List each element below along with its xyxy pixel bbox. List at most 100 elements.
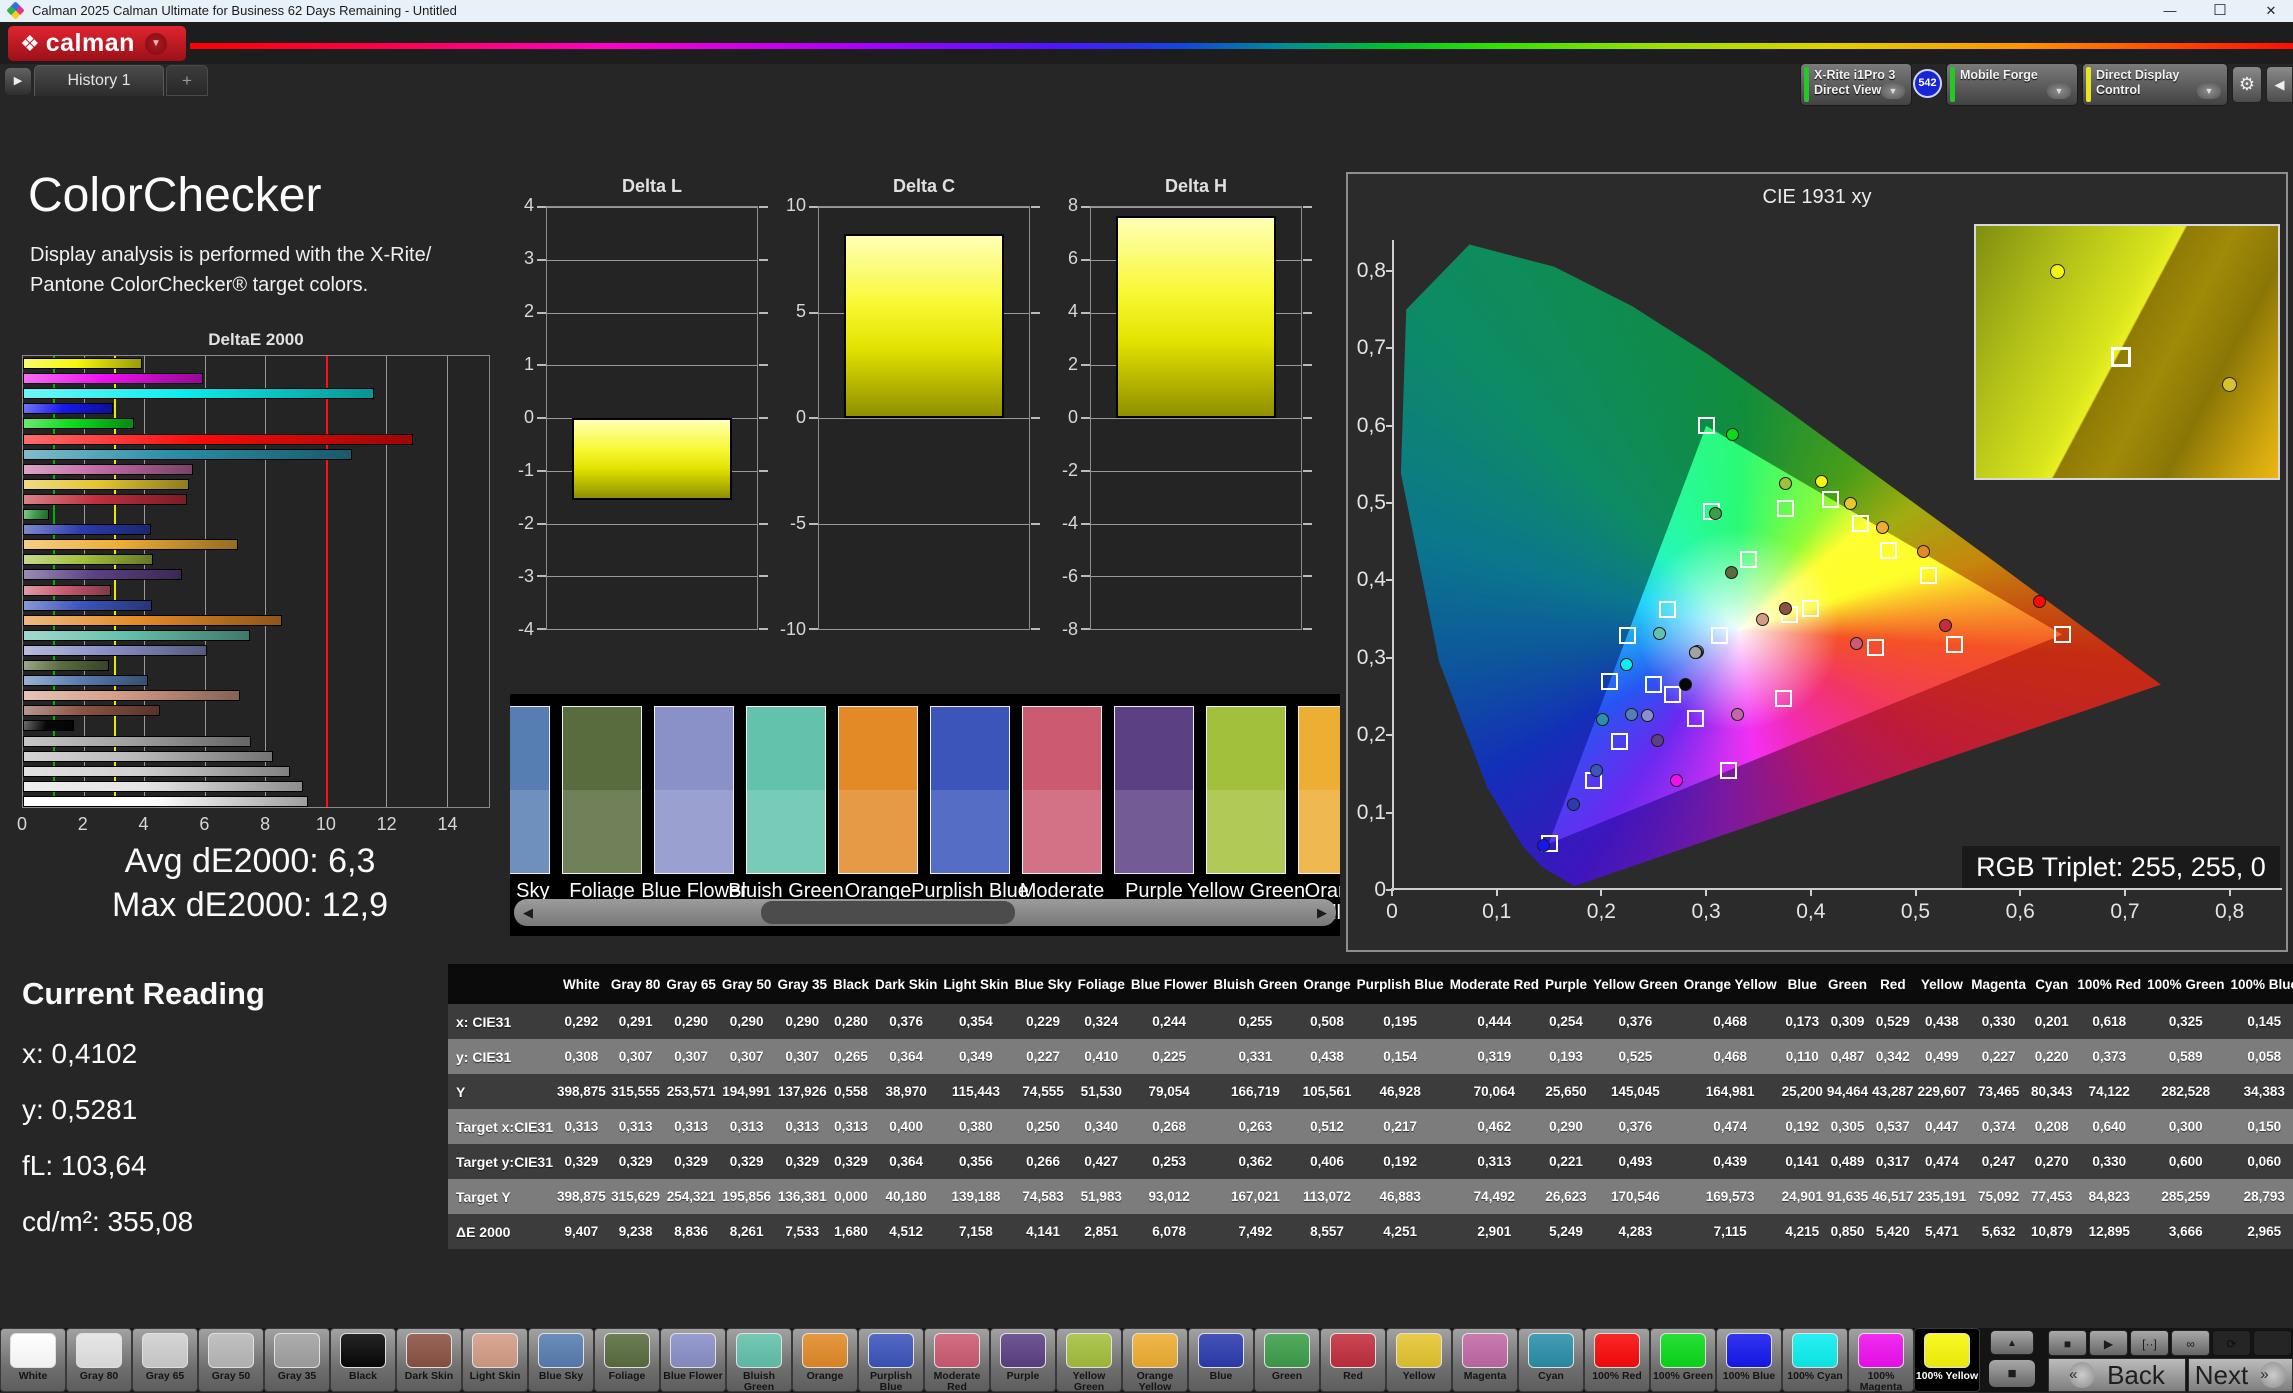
table-cell: 0,000: [830, 1179, 872, 1214]
table-cell: 26,623: [1542, 1179, 1590, 1214]
meter-source-dropdown[interactable]: Mobile Forge ▼: [1946, 63, 2078, 106]
table-cell: 0,330: [2074, 1144, 2144, 1179]
gridline: [1091, 576, 1301, 577]
patch-button-White[interactable]: White: [0, 1328, 66, 1392]
table-cell: 0,376: [1590, 1109, 1681, 1144]
patch-button-100% Cyan[interactable]: 100% Cyan: [1782, 1328, 1848, 1392]
axis-tick-label: 4: [124, 814, 164, 835]
stop-icon[interactable]: ■: [2048, 1330, 2087, 1356]
gridline: [819, 629, 1029, 630]
tab-strip-expander-button[interactable]: ▶: [5, 68, 31, 95]
table-cell: 9,238: [608, 1214, 664, 1249]
measured-marker-Gray 35: [1689, 646, 1702, 659]
close-icon[interactable]: ✕: [2249, 0, 2293, 22]
patch-button-Orange Yellow[interactable]: Orange Yellow: [1122, 1328, 1188, 1392]
patch-button-100% Magenta[interactable]: 100% Magenta: [1848, 1328, 1914, 1392]
table-cell: 74,555: [1012, 1074, 1075, 1109]
table-cell: 195,856: [719, 1179, 775, 1214]
calman-menu-button[interactable]: ❖ calman ▼: [8, 26, 186, 61]
patch-label: Blue Sky: [529, 1371, 593, 1382]
patch-button-Foliage[interactable]: Foliage: [594, 1328, 660, 1392]
deltaC-chart: [818, 206, 1030, 630]
meter-workflow-dropdown[interactable]: Direct Display Control ▼: [2082, 63, 2228, 106]
patch-button-Blue[interactable]: Blue: [1188, 1328, 1254, 1392]
scroll-left-icon[interactable]: ◀: [514, 899, 542, 926]
reading-count-badge[interactable]: 542: [1913, 69, 1942, 98]
patch-button-Moderate Red[interactable]: Moderate Red: [924, 1328, 990, 1392]
col-header: Bluish Green: [1210, 964, 1300, 1004]
patch-button-Orange[interactable]: Orange: [792, 1328, 858, 1392]
refresh-icon[interactable]: ⟳: [2212, 1330, 2251, 1356]
tab-history-1[interactable]: History 1: [34, 65, 164, 96]
patch-button-Gray 35[interactable]: Gray 35: [264, 1328, 330, 1392]
play-icon[interactable]: ▶: [2089, 1330, 2128, 1356]
patch-button-Yellow Green[interactable]: Yellow Green: [1056, 1328, 1122, 1392]
patch-button-Purple[interactable]: Purple: [990, 1328, 1056, 1392]
patch-button-Magenta[interactable]: Magenta: [1452, 1328, 1518, 1392]
patch-button-Blue Flower[interactable]: Blue Flower: [660, 1328, 726, 1392]
tick-mark: [537, 628, 546, 630]
gridline: [547, 576, 757, 577]
tick-mark: [1303, 364, 1312, 366]
axis-tick-label: 4: [1038, 301, 1078, 322]
maximize-icon[interactable]: ☐: [2198, 0, 2242, 22]
patch-button-Dark Skin[interactable]: Dark Skin: [396, 1328, 462, 1392]
patch-button-Cyan[interactable]: Cyan: [1518, 1328, 1584, 1392]
patch-swatch: [1528, 1333, 1574, 1368]
meter-device-dropdown[interactable]: X-Rite i1Pro 3Direct View ▼: [1800, 63, 1912, 106]
strip-scrollbar[interactable]: ◀ ▶: [514, 899, 1336, 926]
chevron-down-icon[interactable]: ▼: [145, 33, 167, 55]
patch-swatch: [670, 1333, 716, 1368]
gear-icon[interactable]: ⚙: [2232, 66, 2262, 103]
patch-swatch: [1462, 1333, 1508, 1368]
chevron-down-icon[interactable]: ▼: [2047, 83, 2071, 99]
patch-button-Light Skin[interactable]: Light Skin: [462, 1328, 528, 1392]
patch-button-100% Red[interactable]: 100% Red: [1584, 1328, 1650, 1392]
table-cell: 0,537: [1870, 1109, 1915, 1144]
scroll-right-icon[interactable]: ▶: [1308, 899, 1336, 926]
chevron-down-icon[interactable]: ▼: [2197, 83, 2221, 99]
patch-label: 100% Magenta: [1849, 1371, 1913, 1392]
next-button[interactable]: Next »: [2188, 1358, 2293, 1392]
stop-pattern-button[interactable]: ■: [1986, 1357, 2038, 1390]
patch-button-Black[interactable]: Black: [330, 1328, 396, 1392]
patch-button-Gray 50[interactable]: Gray 50: [198, 1328, 264, 1392]
patch-button-Purplish Blue[interactable]: Purplish Blue: [858, 1328, 924, 1392]
step-icon[interactable]: [··]: [2130, 1330, 2169, 1356]
table-cell: 0,468: [1681, 1004, 1780, 1039]
up-arrow-icon[interactable]: ▲: [1990, 1330, 2034, 1355]
source-status-bar: [1950, 67, 1955, 102]
tick-mark: [1303, 417, 1312, 419]
blank-icon[interactable]: [2253, 1330, 2292, 1356]
patch-button-Blue Sky[interactable]: Blue Sky: [528, 1328, 594, 1392]
back-button[interactable]: « Back: [2048, 1358, 2186, 1392]
target-marker-100% Green: [1698, 417, 1715, 434]
tick-mark: [1081, 206, 1090, 208]
deltaL-title: Delta L: [546, 176, 758, 197]
axis-tick-label: 0,7: [2100, 900, 2150, 924]
patch-button-100% Green[interactable]: 100% Green: [1650, 1328, 1716, 1392]
patch-button-100% Blue[interactable]: 100% Blue: [1716, 1328, 1782, 1392]
loop-icon[interactable]: ∞: [2171, 1330, 2210, 1356]
patch-button-Red[interactable]: Red: [1320, 1328, 1386, 1392]
patch-button-100% Yellow[interactable]: 100% Yellow: [1914, 1328, 1980, 1392]
patch-button-Yellow[interactable]: Yellow: [1386, 1328, 1452, 1392]
tick-mark: [759, 470, 768, 472]
tick-mark: [759, 575, 768, 577]
chevron-down-icon[interactable]: ▼: [1881, 83, 1905, 99]
patch-button-Bluish Green[interactable]: Bluish Green: [726, 1328, 792, 1392]
scrollbar-thumb[interactable]: [761, 901, 1016, 924]
col-header: Gray 35: [774, 964, 830, 1004]
table-cell: 5,632: [1968, 1214, 2029, 1249]
table-cell: 74,492: [1447, 1179, 1542, 1214]
back-chevrons-icon: «: [2069, 1362, 2095, 1388]
patch-button-Gray 65[interactable]: Gray 65: [132, 1328, 198, 1392]
collapse-panel-icon[interactable]: ◀: [2266, 66, 2293, 103]
tick-mark: [1391, 888, 1393, 896]
minimize-icon[interactable]: —: [2148, 0, 2192, 22]
patch-button-Green[interactable]: Green: [1254, 1328, 1320, 1392]
add-tab-button[interactable]: +: [166, 65, 208, 96]
table-cell: 0,220: [2029, 1039, 2074, 1074]
patch-button-Gray 80[interactable]: Gray 80: [66, 1328, 132, 1392]
col-header: Blue Flower: [1128, 964, 1211, 1004]
